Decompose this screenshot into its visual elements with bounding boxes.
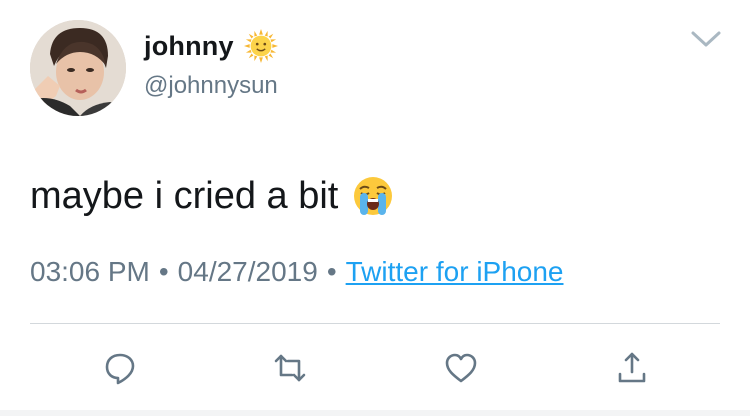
retweet-icon[interactable] [272,350,308,386]
divider [30,323,720,324]
meta-separator: • [326,256,337,287]
loudly-crying-face-emoji [354,177,393,215]
meta-separator: • [158,256,169,287]
tweet-date: 04/27/2019 [177,256,318,287]
avatar[interactable] [30,20,126,116]
sun-with-face-emoji [243,29,278,63]
tweet-text: maybe i cried a bit [30,168,394,224]
tweet-text-content: maybe i cried a bit [30,174,339,217]
tweet-meta: 03:06 PM • 04/27/2019 • Twitter for iPhone [30,252,564,292]
bottom-edge [0,410,750,416]
author-name-row[interactable]: johnny [144,26,278,66]
tweet-time: 03:06 PM [30,256,150,287]
handle[interactable]: @johnnysun [144,72,278,100]
reply-icon[interactable] [102,350,138,386]
tweet-source-link[interactable]: Twitter for iPhone [346,256,564,287]
share-icon[interactable] [614,350,650,386]
chevron-down-icon[interactable] [690,28,722,50]
display-name[interactable]: johnny [144,31,234,62]
avatar-photo [30,20,126,116]
like-icon[interactable] [443,350,479,386]
